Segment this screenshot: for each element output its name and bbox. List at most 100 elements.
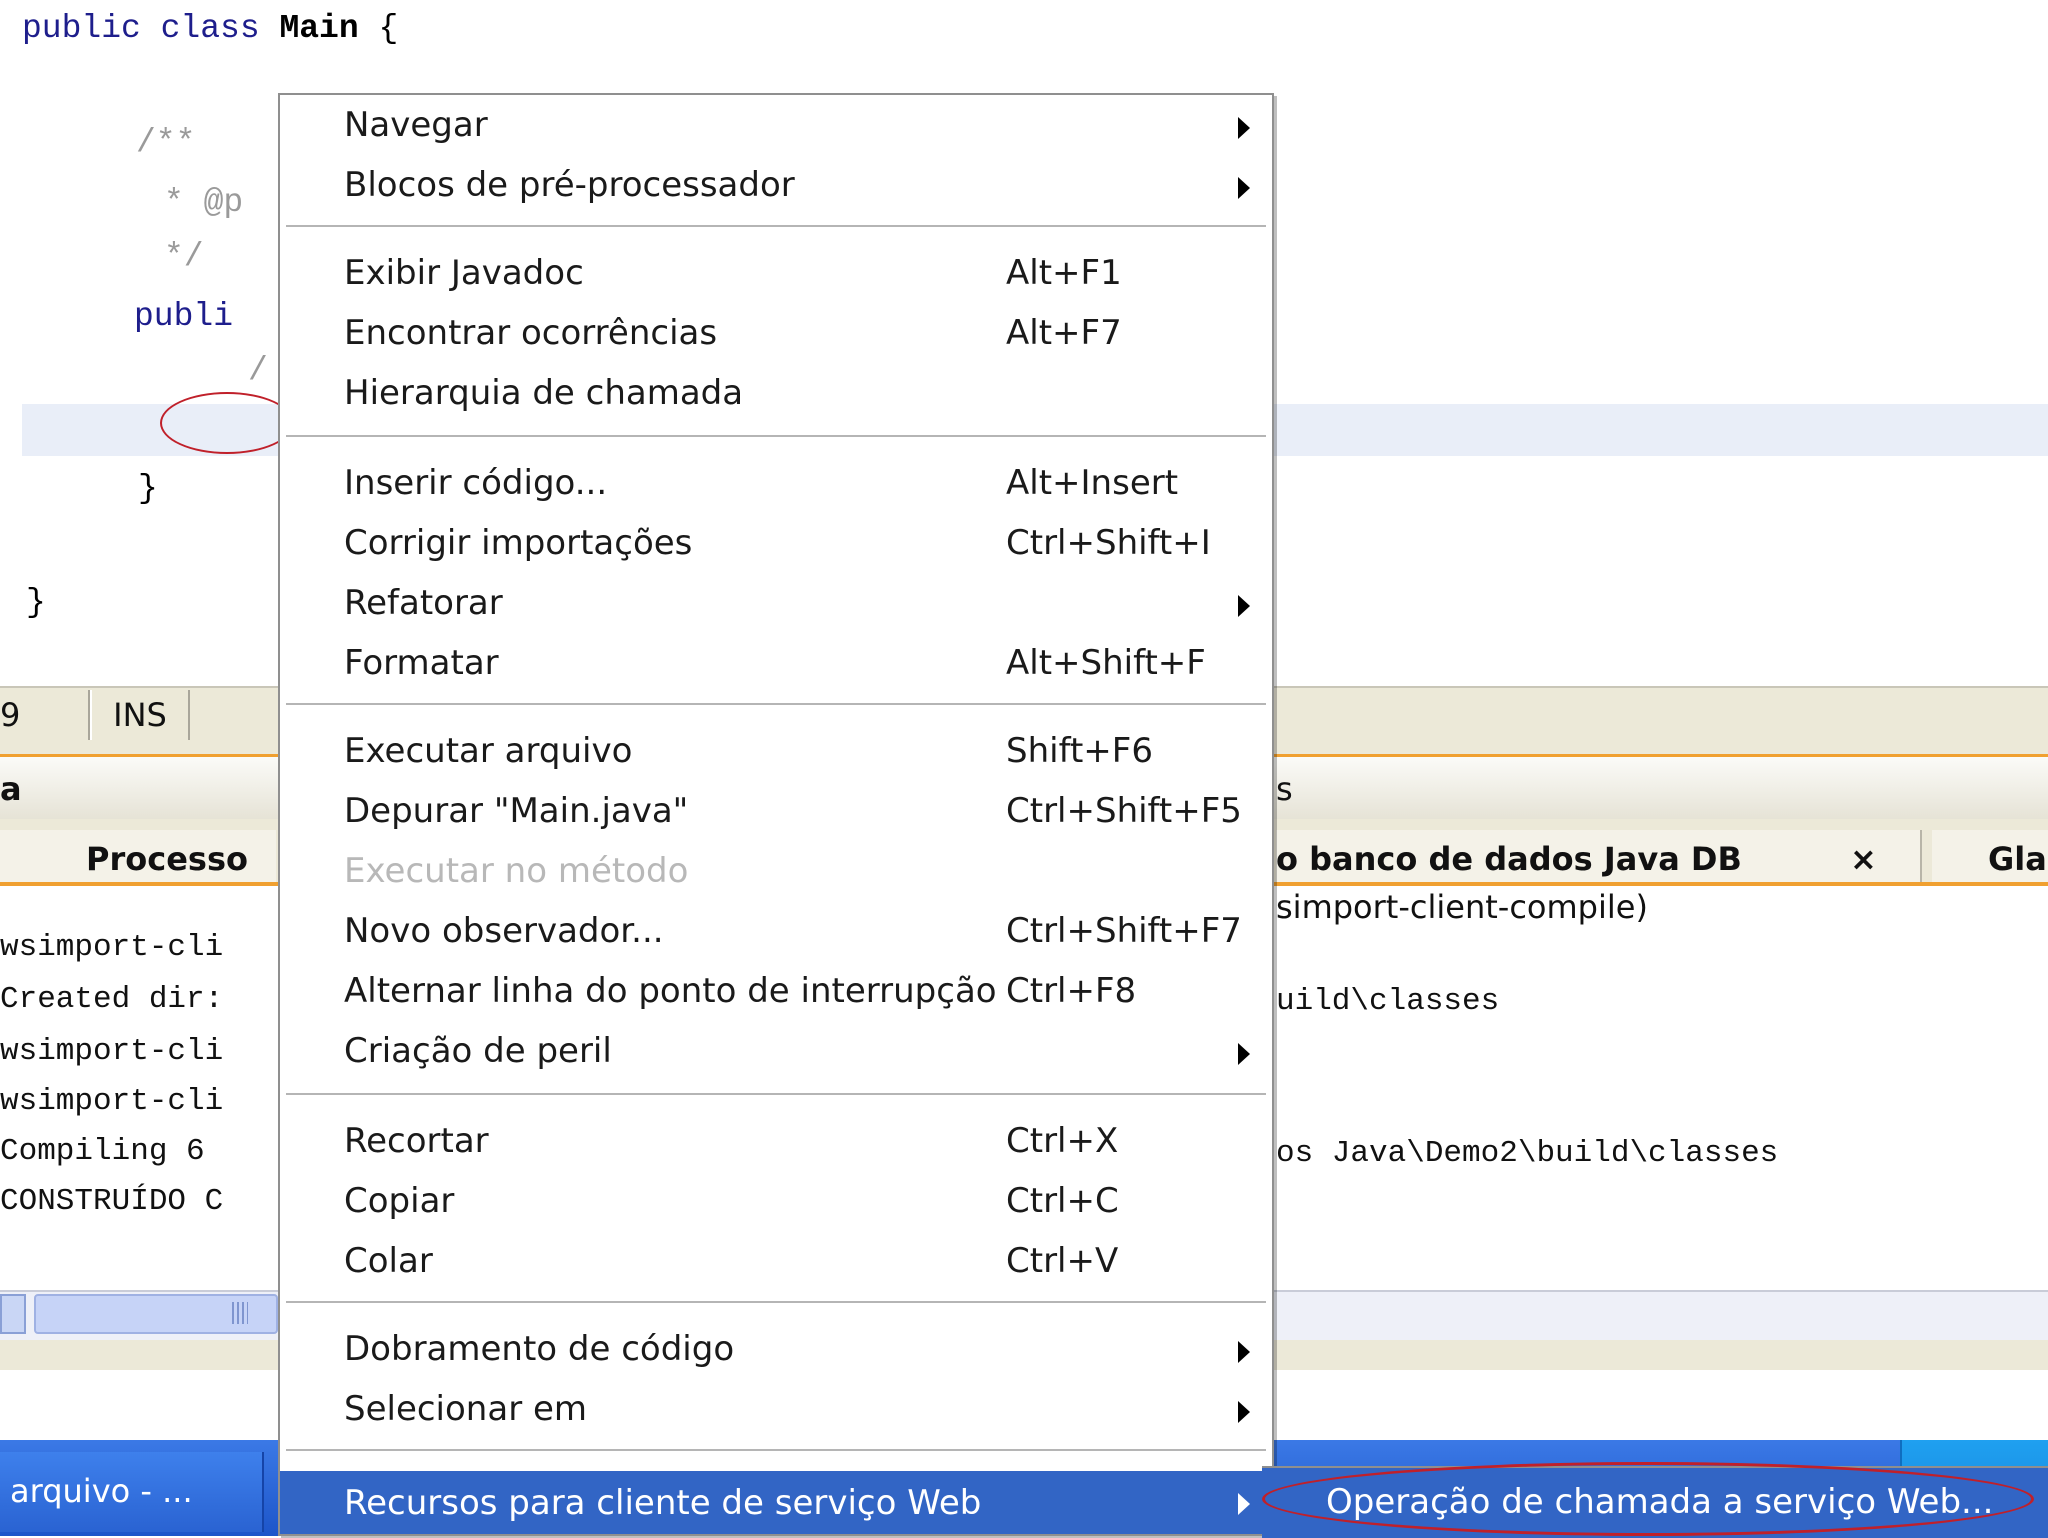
menu-item-navegar[interactable]: Navegar [280,97,1272,157]
submenu-arrow-icon [1238,595,1250,617]
menu-item-label: Selecionar em [344,1389,588,1429]
submenu-arrow-icon [1238,117,1250,139]
menu-item-label: Dobramento de código [344,1329,735,1369]
output-line: wsimport-cli [0,1034,224,1069]
annotation-ellipse [1262,1462,2034,1536]
menu-separator [286,703,1266,707]
menu-item-label: Corrigir importações [344,523,693,563]
menu-item-label: Navegar [344,105,488,145]
output-line: os Java\Demo2\build\classes [1276,1136,1779,1171]
menu-item-shortcut: Shift+F6 [1006,731,1153,771]
output-line: Created dir: [0,982,224,1017]
menu-item-novo-observador[interactable]: Novo observador... Ctrl+Shift+F7 [280,903,1272,963]
menu-item-recursos-cliente-servico-web[interactable]: Recursos para cliente de serviço Web [280,1471,1272,1534]
tab-processo-label: Processo [86,840,248,878]
menu-item-exibir-javadoc[interactable]: Exibir Javadoc Alt+F1 [280,245,1272,305]
tab-java-db-label: o banco de dados Java DB [1276,840,1742,878]
menu-item-executar-arquivo[interactable]: Executar arquivo Shift+F6 [280,723,1272,783]
output-window-title-text-right: s [1276,770,1293,808]
menu-item-refatorar[interactable]: Refatorar [280,575,1272,635]
menu-item-label: Recursos para cliente de serviço Web [344,1483,982,1523]
menu-item-label: Novo observador... [344,911,664,951]
menu-item-corrigir-importacoes[interactable]: Corrigir importações Ctrl+Shift+I [280,515,1272,575]
output-line: CONSTRUÍDO C [0,1184,224,1219]
menu-item-label: Executar arquivo [344,731,633,771]
status-line-column: 9 [0,690,90,740]
status-insert-mode: INS [90,690,190,740]
menu-item-inserir-codigo[interactable]: Inserir código... Alt+Insert [280,455,1272,515]
menu-item-shortcut: Ctrl+Shift+I [1006,523,1211,563]
menu-item-formatar[interactable]: Formatar Alt+Shift+F [280,635,1272,695]
menu-item-label: Hierarquia de chamada [344,373,744,413]
output-window-title-text: a [0,770,22,808]
menu-item-recortar[interactable]: Recortar Ctrl+X [280,1113,1272,1173]
menu-item-shortcut: Ctrl+X [1006,1121,1119,1161]
menu-item-shortcut: Ctrl+V [1006,1241,1119,1281]
scroll-left-arrow-icon[interactable] [0,1294,26,1334]
menu-item-label: Encontrar ocorrências [344,313,718,353]
taskbar-button[interactable]: arquivo - ... [0,1452,264,1532]
menu-item-label: Blocos de pré-processador [344,165,795,205]
menu-separator [286,1093,1266,1097]
context-menu: Navegar Blocos de pré-processador Exibir… [278,93,1274,1536]
menu-item-shortcut: Ctrl+Shift+F5 [1006,791,1242,831]
output-line: wsimport-cli [0,930,224,965]
menu-item-shortcut: Alt+F1 [1006,253,1122,293]
scrollbar-grip-icon [232,1302,248,1324]
menu-separator [286,435,1266,439]
output-line: Compiling 6 [0,1134,205,1169]
tab-java-db[interactable]: o banco de dados Java DB × [1276,830,1922,882]
output-line: simport-client-compile) [1276,888,1648,926]
menu-item-hierarquia-de-chamada[interactable]: Hierarquia de chamada [280,365,1272,425]
menu-item-shortcut: Alt+Insert [1006,463,1179,503]
menu-item-label: Executar no método [344,851,689,891]
tab-glassfish-label: Gla [1988,840,2047,878]
submenu-arrow-icon [1238,1493,1250,1515]
annotation-ellipse [160,392,294,454]
class-close-brace: } [26,584,46,621]
code-line-class: public class Main { [22,10,399,47]
menu-item-blocos-pre-processador[interactable]: Blocos de pré-processador [280,157,1272,217]
menu-item-dobramento-de-codigo[interactable]: Dobramento de código [280,1321,1272,1381]
submenu-arrow-icon [1238,1341,1250,1363]
submenu-arrow-icon [1238,1401,1250,1423]
output-line: wsimport-cli [0,1084,224,1119]
menu-item-label: Criação de peril [344,1031,612,1071]
menu-item-criacao-de-peril[interactable]: Criação de peril [280,1023,1272,1083]
javadoc-close: */ [164,238,204,275]
menu-item-label: Colar [344,1241,433,1281]
method-declaration: publi [134,298,234,335]
menu-item-copiar[interactable]: Copiar Ctrl+C [280,1173,1272,1233]
menu-item-alternar-ponto-interrupcao[interactable]: Alternar linha do ponto de interrupção Ct… [280,963,1272,1023]
menu-item-executar-no-metodo: Executar no método [280,843,1272,903]
menu-item-label: Alternar linha do ponto de interrupção [344,971,997,1011]
menu-item-label: Formatar [344,643,499,683]
menu-separator [286,225,1266,229]
menu-item-depurar[interactable]: Depurar "Main.java" Ctrl+Shift+F5 [280,783,1272,843]
submenu-arrow-icon [1238,1043,1250,1065]
output-line: uild\classes [1276,984,1500,1019]
tab-close-icon[interactable]: × [1850,840,1877,878]
menu-item-shortcut: Alt+F7 [1006,313,1122,353]
menu-item-label: Exibir Javadoc [344,253,584,293]
menu-item-colar[interactable]: Colar Ctrl+V [280,1233,1272,1293]
menu-item-selecionar-em[interactable]: Selecionar em [280,1381,1272,1441]
comment-slash: / [248,352,268,389]
menu-item-shortcut: Ctrl+Shift+F7 [1006,911,1242,951]
menu-separator [286,1301,1266,1305]
menu-item-shortcut: Alt+Shift+F [1006,643,1206,683]
tab-glassfish[interactable]: Gla [1932,830,2048,882]
menu-item-encontrar-ocorrencias[interactable]: Encontrar ocorrências Alt+F7 [280,305,1272,365]
menu-item-label: Recortar [344,1121,489,1161]
menu-item-label: Copiar [344,1181,455,1221]
menu-separator [286,1449,1266,1453]
menu-item-shortcut: Ctrl+C [1006,1181,1119,1221]
tab-processo[interactable]: Processo [0,830,276,882]
menu-item-label: Refatorar [344,583,503,623]
menu-item-label: Depurar "Main.java" [344,791,689,831]
scrollbar-thumb[interactable] [34,1294,278,1334]
menu-item-label: Inserir código... [344,463,608,503]
javadoc-open: /** [136,124,196,161]
javadoc-param: * @p [164,184,244,221]
submenu-arrow-icon [1238,177,1250,199]
